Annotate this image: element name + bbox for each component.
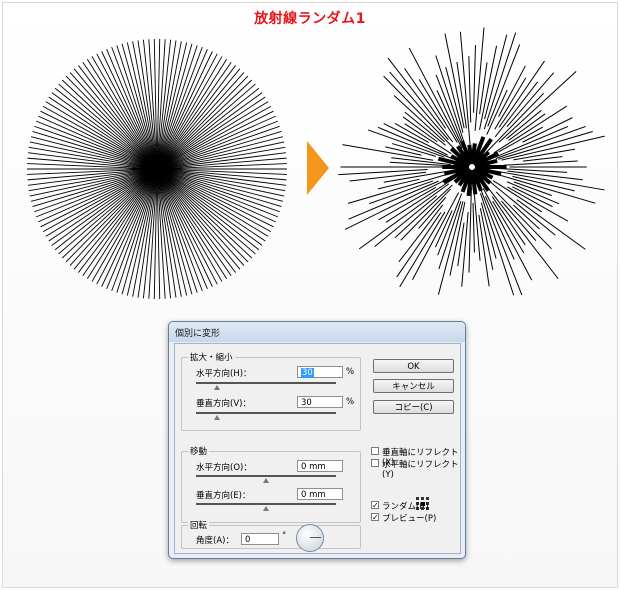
scale-group: 拡大・縮小 水平方向(H)： 30 % 垂直方向(V)： 30 % [181,351,361,431]
dialog-titlebar[interactable]: 個別に変形 [169,322,465,342]
move-vertical-input[interactable]: 0 mm [297,488,343,500]
radial-line [348,180,439,220]
rotate-angle-input[interactable]: 0 [241,533,279,545]
radial-line [435,74,464,144]
scale-horizontal-slider-thumb[interactable] [214,385,220,390]
reflect-horizontal-label: 水平軸にリフレクト(Y) [382,460,459,480]
scale-vertical-slider-thumb[interactable] [214,415,220,420]
radial-line [369,180,434,205]
angle-dial[interactable] [296,524,324,552]
scale-horizontal-label: 水平方向(H)： [196,369,252,379]
radial-line [438,201,462,270]
rotate-group-label: 回転 [188,519,210,531]
radial-line [468,56,472,123]
move-horizontal-label: 水平方向(O)： [196,463,252,473]
radial-line [394,123,430,144]
radial-line [437,201,464,295]
dialog-body: 拡大・縮小 水平方向(H)： 30 % 垂直方向(V)： 30 % 移動 水平方… [174,343,461,554]
scale-vertical-label: 垂直方向(V)： [196,399,251,409]
radial-line [367,129,445,158]
radial-line [498,60,545,128]
preview-label: プレビュー(P) [382,514,437,524]
radial-line [399,211,446,288]
radial-line [506,109,542,140]
radial-line [457,222,465,267]
scale-vertical-input[interactable]: 30 [297,396,343,408]
dialog-title: 個別に変形 [175,329,221,339]
radial-line [489,126,569,160]
preview-checkbox[interactable]: ✓ [371,513,379,522]
reflect-horizontal-checkbox[interactable] [371,459,379,467]
arrow-right-icon [307,141,329,195]
radial-line [434,210,453,248]
uniform-radial-lines-artwork [27,39,287,299]
radial-line [468,186,472,273]
random-checkbox[interactable]: ✓ [371,501,379,510]
radial-line [461,212,469,287]
move-vertical-slider[interactable] [196,503,336,505]
move-group-label: 移動 [188,445,210,457]
cancel-button[interactable]: キャンセル [373,379,454,393]
radial-line [473,190,481,261]
copy-button[interactable]: コピー(C) [373,400,454,414]
scale-horizontal-unit: % [346,367,355,377]
radial-line [485,92,545,153]
radial-line [393,95,445,143]
randomized-radial-lines-artwork [338,27,605,296]
scale-vertical-slider[interactable] [196,412,336,414]
radial-line [473,45,476,113]
move-vertical-slider-thumb[interactable] [263,506,269,511]
rotate-angle-unit: ° [282,531,287,541]
scale-horizontal-input[interactable]: 30 [297,366,343,378]
radial-line [472,202,475,253]
scale-vertical-unit: % [346,397,355,407]
scale-horizontal-slider[interactable] [196,382,336,384]
move-horizontal-slider-thumb[interactable] [263,478,269,483]
radial-line [374,195,438,247]
rotate-group: 回転 角度(A)： 0 ° [181,519,361,552]
reflect-vertical-checkbox[interactable] [371,447,379,455]
move-horizontal-input[interactable]: 0 mm [297,460,343,472]
radial-line [503,160,578,166]
radial-line [492,170,605,191]
rotate-angle-label: 角度(A)： [196,536,234,546]
random-label: ランダム(R) [382,502,429,512]
burst-center [147,159,167,179]
ok-button[interactable]: OK [373,359,454,373]
move-group: 移動 水平方向(O)： 0 mm 垂直方向(E)： 0 mm [181,445,361,523]
move-horizontal-slider[interactable] [196,475,336,477]
angle-dial-pointer [310,537,321,538]
scale-horizontal-value: 30 [301,368,314,378]
move-vertical-label: 垂直方向(E)： [196,491,251,501]
scale-group-label: 拡大・縮小 [188,351,235,363]
transform-each-dialog: 個別に変形 拡大・縮小 水平方向(H)： 30 % 垂直方向(V)： 30 % … [168,321,466,559]
